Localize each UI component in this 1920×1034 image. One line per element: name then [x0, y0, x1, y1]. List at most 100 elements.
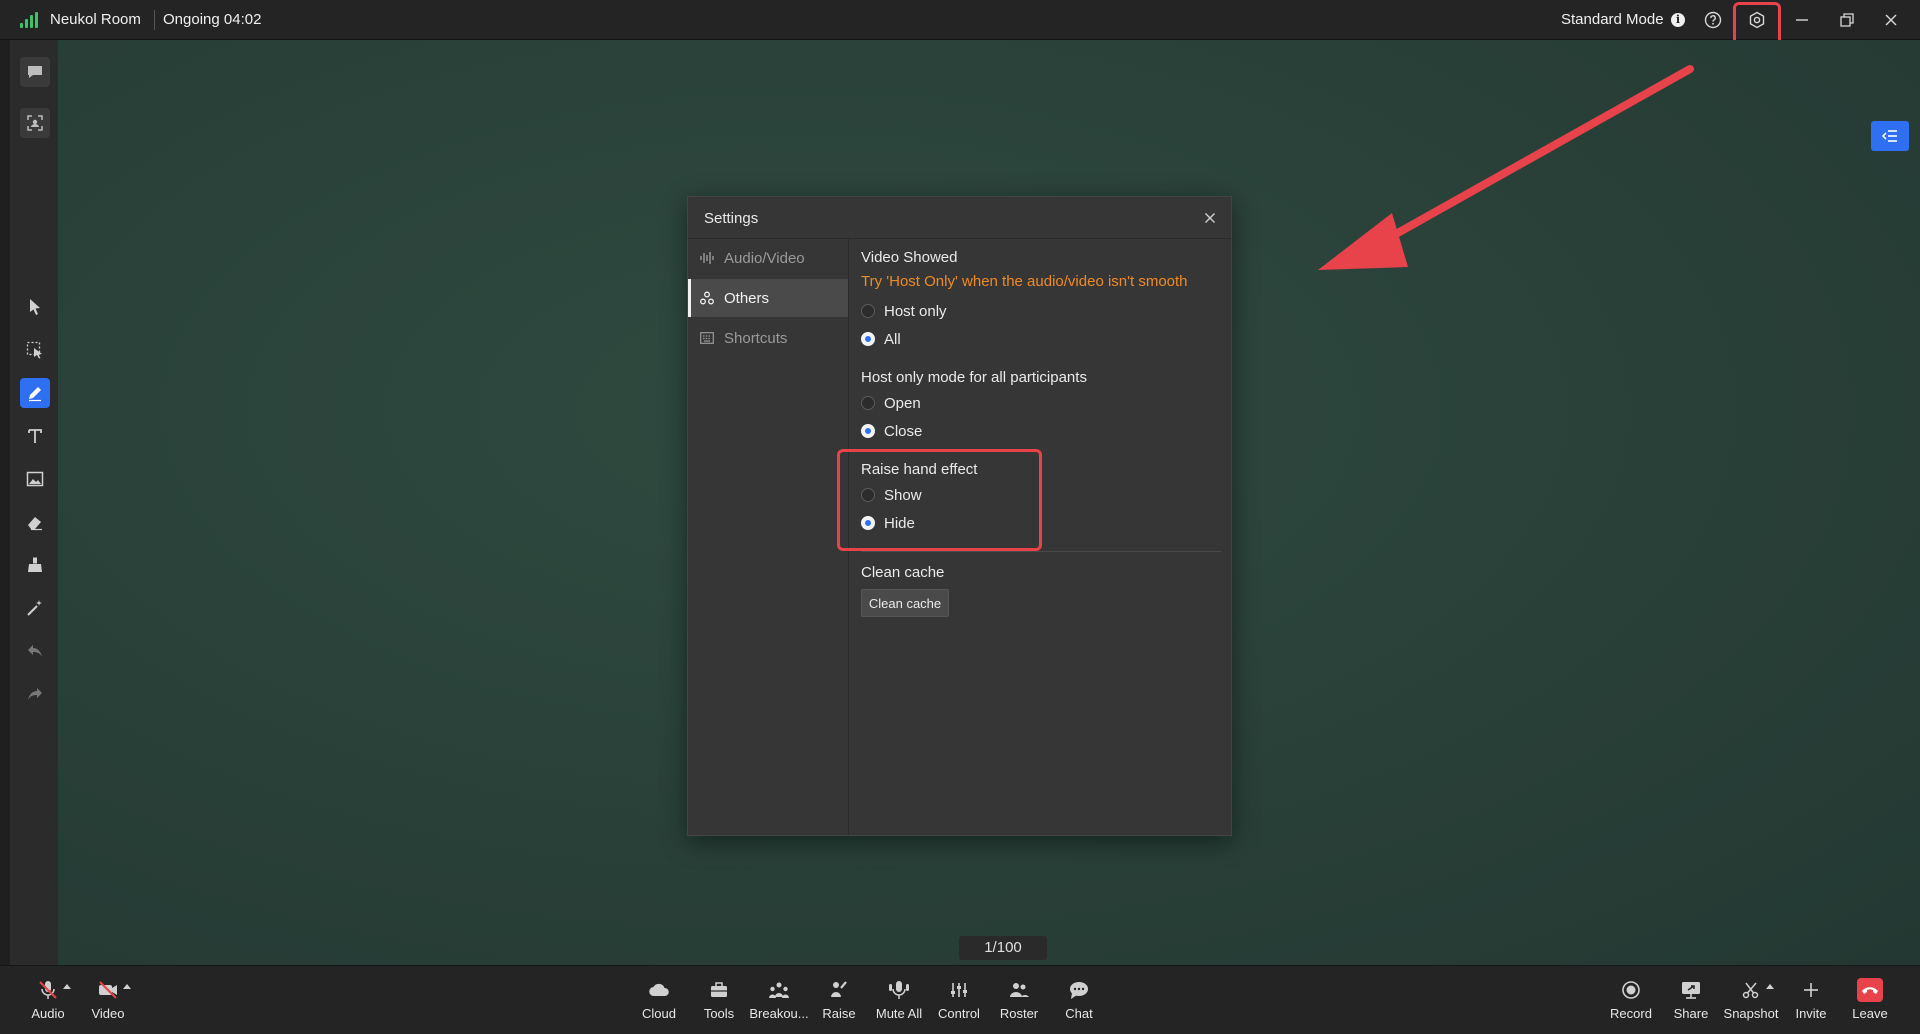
- pen-icon[interactable]: [20, 378, 50, 408]
- toolbar-label: Mute All: [875, 1006, 923, 1021]
- chevron-up-icon[interactable]: [1766, 984, 1774, 989]
- title-bar: Neukol Room Ongoing 04:02 Standard Mode …: [0, 0, 1920, 40]
- radio-button[interactable]: [861, 424, 875, 438]
- radio-label: Open: [884, 394, 921, 412]
- toolbar-label: Tools: [703, 1006, 735, 1021]
- redo-icon[interactable]: [20, 679, 50, 709]
- mute-all-button[interactable]: Mute All: [869, 978, 929, 1028]
- close-icon[interactable]: [1876, 6, 1906, 34]
- eraser-icon[interactable]: [20, 507, 50, 537]
- radio-button[interactable]: [861, 396, 875, 410]
- others-icon: [700, 291, 714, 305]
- chevron-up-icon[interactable]: [123, 984, 131, 989]
- bottom-toolbar: Audio Video Cloud Tools Breakou... Raise: [0, 965, 1920, 1034]
- raise-button[interactable]: Raise: [809, 978, 869, 1028]
- info-icon[interactable]: i: [1671, 13, 1685, 27]
- chevron-up-icon[interactable]: [63, 984, 71, 989]
- radio-host-only[interactable]: Host only: [861, 301, 947, 321]
- leave-button[interactable]: Leave: [1840, 978, 1900, 1028]
- roster-button[interactable]: Roster: [989, 978, 1049, 1028]
- mute-all-icon: [886, 978, 912, 1002]
- breakout-icon: [766, 978, 792, 1002]
- toolbar-label: Record: [1610, 1006, 1652, 1021]
- toolbar-label: Control: [938, 1006, 980, 1021]
- control-icon: [946, 978, 972, 1002]
- section-divider: [861, 551, 1221, 552]
- settings-nav: Audio/Video Others Shortcuts: [688, 239, 849, 835]
- meeting-status: Ongoing 04:02: [163, 11, 262, 28]
- list-panel-icon[interactable]: [1871, 121, 1909, 151]
- radio-label: Host only: [884, 302, 947, 320]
- undo-icon[interactable]: [20, 636, 50, 666]
- control-button[interactable]: Control: [929, 978, 989, 1028]
- chat-bubble-icon[interactable]: [20, 57, 50, 87]
- cloud-button[interactable]: Cloud: [629, 978, 689, 1028]
- radio-close[interactable]: Close: [861, 421, 922, 441]
- chat-icon: [1066, 978, 1092, 1002]
- help-icon[interactable]: [1698, 6, 1728, 34]
- page-indicator: 1/100: [959, 936, 1047, 960]
- share-button[interactable]: Share: [1661, 978, 1721, 1028]
- keyboard-icon: [700, 331, 714, 345]
- toolbar-label: Cloud: [642, 1006, 676, 1021]
- toolbar-label: Snapshot: [1723, 1006, 1779, 1021]
- share-screen-icon: [1678, 978, 1704, 1002]
- dialog-header: Settings: [688, 197, 1231, 239]
- tab-label: Others: [724, 289, 770, 307]
- tab-others[interactable]: Others: [688, 279, 848, 317]
- video-showed-hint: Try 'Host Only' when the audio/video isn…: [861, 273, 1188, 290]
- tab-audio-video[interactable]: Audio/Video: [688, 239, 848, 277]
- invite-icon: [1798, 978, 1824, 1002]
- radio-button[interactable]: [861, 304, 875, 318]
- cloud-icon: [646, 978, 672, 1002]
- restore-icon[interactable]: [1832, 6, 1862, 34]
- tab-label: Shortcuts: [724, 329, 788, 347]
- radio-all[interactable]: All: [861, 329, 901, 349]
- close-icon[interactable]: [1201, 209, 1219, 227]
- toolbar-label: Invite: [1795, 1006, 1827, 1021]
- screenshot-icon[interactable]: [20, 108, 50, 138]
- record-button[interactable]: Record: [1601, 978, 1661, 1028]
- mic-muted-icon: [35, 978, 61, 1002]
- select-arrow-icon[interactable]: [20, 292, 50, 322]
- image-icon[interactable]: [20, 464, 50, 494]
- tab-shortcuts[interactable]: Shortcuts: [688, 319, 848, 357]
- dialog-title: Settings: [704, 210, 759, 227]
- camera-off-icon: [95, 978, 121, 1002]
- tools-button[interactable]: Tools: [689, 978, 749, 1028]
- roster-icon: [1006, 978, 1032, 1002]
- clean-cache-title: Clean cache: [861, 564, 945, 581]
- title-divider: [154, 10, 155, 30]
- clean-cache-button[interactable]: Clean cache: [861, 589, 949, 617]
- radio-button[interactable]: [861, 332, 875, 346]
- leave-icon: [1857, 978, 1883, 1002]
- toolbar-label: Share: [1673, 1006, 1709, 1021]
- mode-label[interactable]: Standard Mode: [1561, 11, 1664, 28]
- room-name: Neukol Room: [50, 11, 141, 28]
- video-showed-title: Video Showed: [861, 249, 958, 266]
- toolbar-label: Breakou...: [749, 1006, 809, 1021]
- audio-wave-icon: [700, 251, 714, 265]
- invite-button[interactable]: Invite: [1781, 978, 1841, 1028]
- magic-wand-icon[interactable]: [20, 593, 50, 623]
- tab-label: Audio/Video: [724, 249, 805, 267]
- radio-open[interactable]: Open: [861, 393, 921, 413]
- clear-brush-icon[interactable]: [20, 550, 50, 580]
- breakout-button[interactable]: Breakou...: [749, 978, 809, 1028]
- minimize-icon[interactable]: [1787, 6, 1817, 34]
- chat-button[interactable]: Chat: [1049, 978, 1109, 1028]
- toolbar-label: Leave: [1852, 1006, 1888, 1021]
- text-icon[interactable]: [20, 421, 50, 451]
- raise-hand-highlight-box: [837, 449, 1042, 551]
- signal-icon: [20, 12, 38, 28]
- annotation-arrow: [1318, 65, 1694, 270]
- radio-label: Close: [884, 422, 923, 440]
- left-toolbar: [10, 40, 58, 965]
- toolbar-label: Video: [91, 1006, 125, 1021]
- area-select-icon[interactable]: [20, 335, 50, 365]
- toolbox-icon: [706, 978, 732, 1002]
- toolbar-label: Roster: [999, 1006, 1039, 1021]
- raise-hand-icon: [826, 978, 852, 1002]
- record-icon: [1618, 978, 1644, 1002]
- radio-label: All: [884, 330, 901, 348]
